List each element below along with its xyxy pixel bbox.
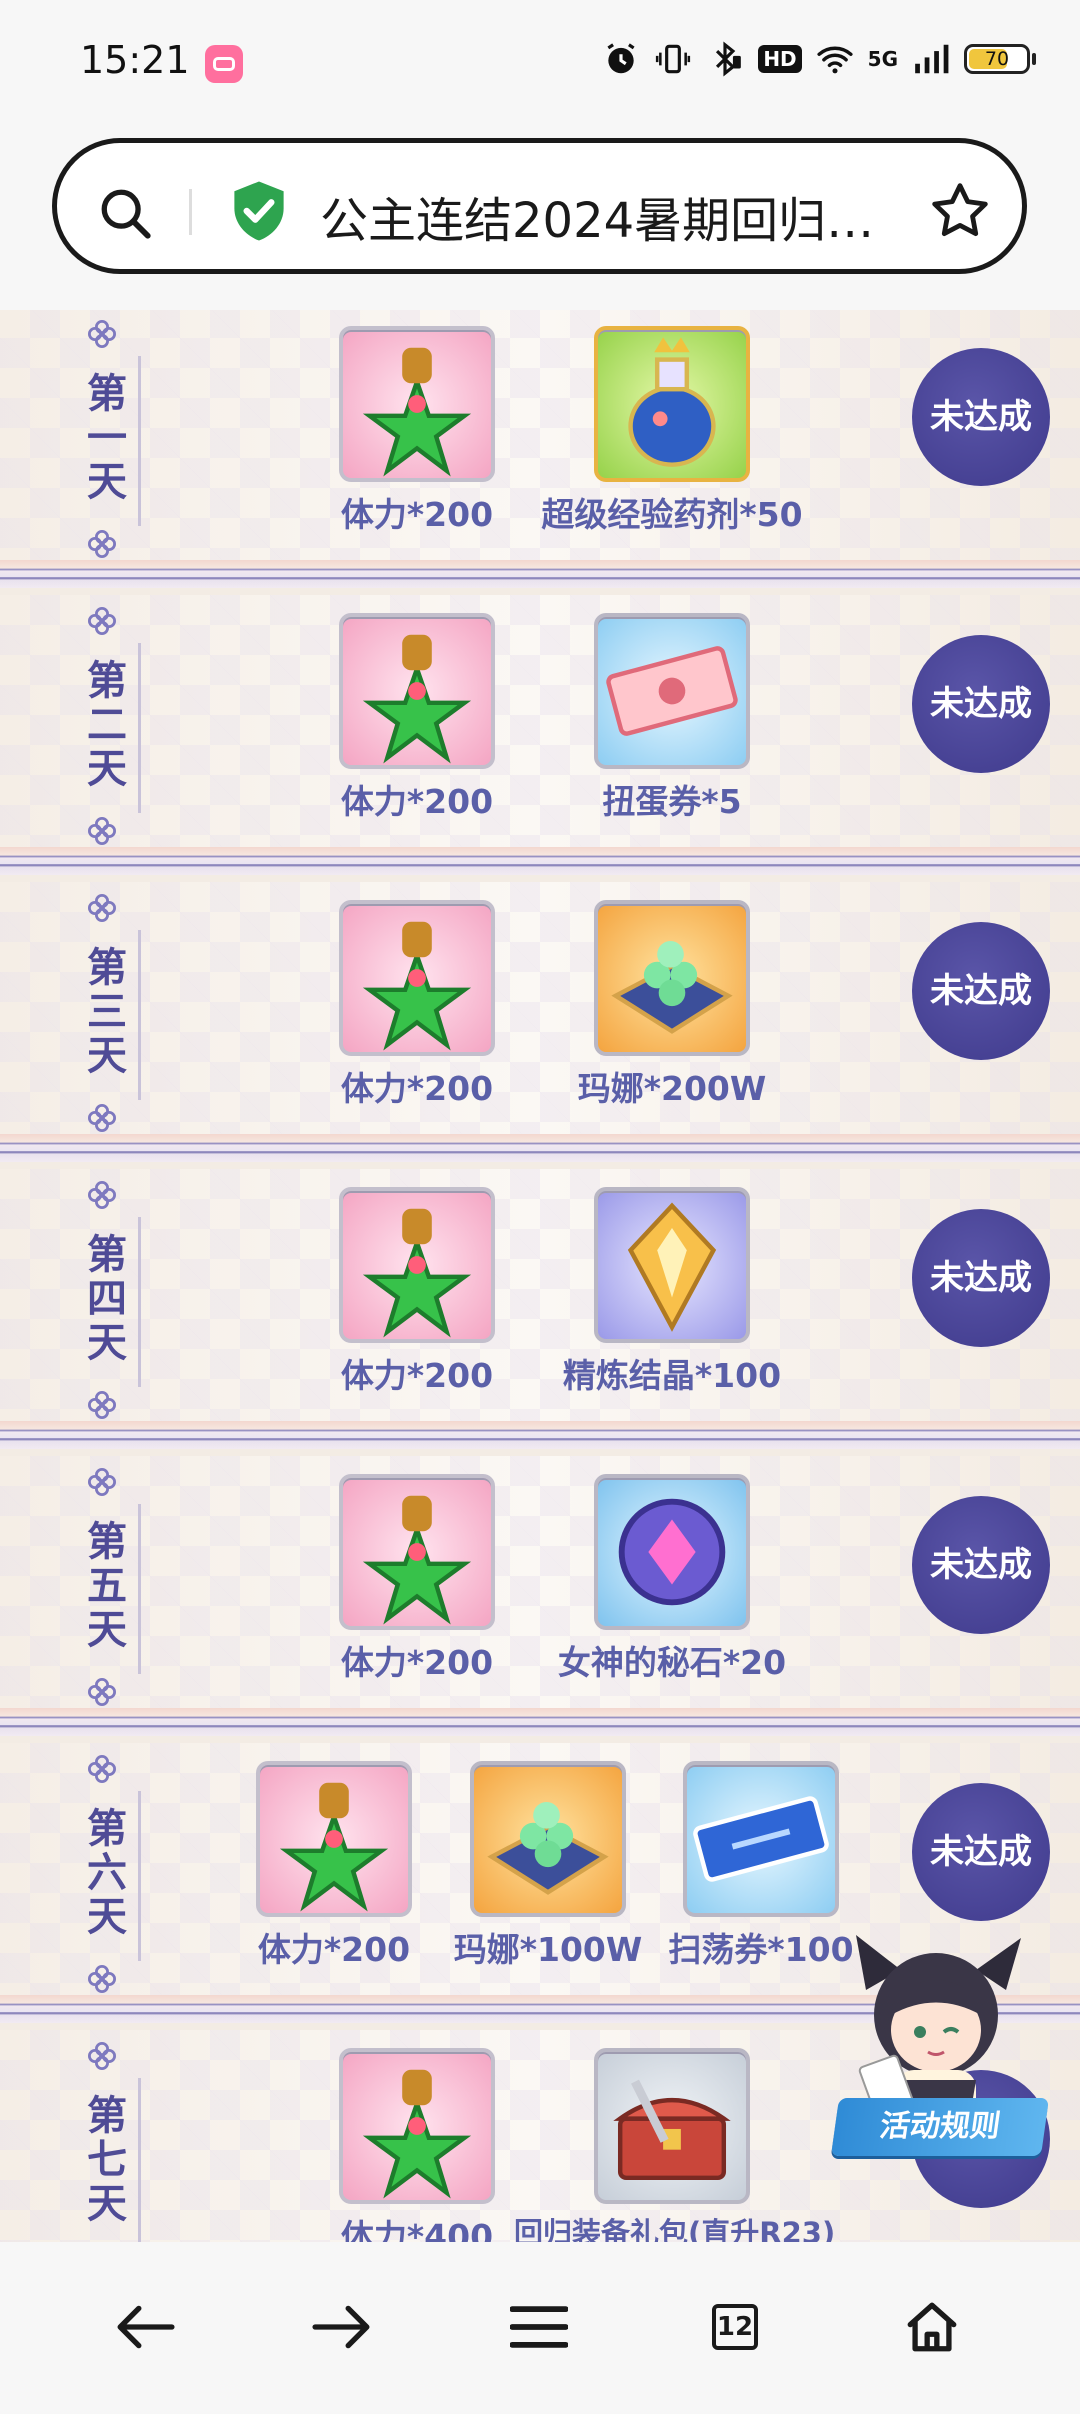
crystal-icon (594, 1187, 750, 1343)
day-divider (138, 2078, 141, 2242)
sweep-ticket-icon (683, 1761, 839, 1917)
status-bar: 15:21 HD 5G 70 (0, 0, 1080, 130)
status-time: 15:21 (80, 38, 190, 82)
reward-item[interactable]: 扭蛋券*5 (594, 613, 750, 821)
address-bar[interactable]: 公主连结2024暑期回归活动 (52, 138, 1027, 274)
claim-status-button[interactable]: 未达成 (912, 1496, 1050, 1634)
wifi-icon (817, 46, 853, 74)
stamina-potion-icon (256, 1761, 412, 1917)
reward-label: 回归装备礼包(直升R23) (514, 2216, 836, 2242)
mana-icon (470, 1761, 626, 1917)
reward-item[interactable]: 体力*200 (339, 1474, 495, 1682)
day-label: 第七天 (80, 2094, 127, 2226)
menu-icon (510, 2306, 568, 2348)
menu-button[interactable] (494, 2282, 584, 2372)
arrow-left-icon (117, 2305, 175, 2349)
bilibili-app-icon (205, 45, 243, 83)
row-separator (0, 560, 1080, 588)
stamina-potion-icon (339, 613, 495, 769)
day-divider (138, 1504, 141, 1674)
day-label: 第三天 (80, 946, 127, 1078)
reward-item[interactable]: 回归装备礼包(直升R23) (514, 2048, 835, 2242)
reward-item[interactable]: 体力*200 (339, 613, 495, 821)
home-icon (907, 2302, 957, 2352)
reward-label: 精炼结晶*100 (562, 1356, 782, 1395)
search-icon[interactable] (97, 185, 155, 243)
bookmark-star-icon[interactable] (928, 179, 992, 243)
reward-label: 玛娜*200W (577, 1069, 767, 1108)
hd-icon: HD (758, 45, 802, 73)
claim-status-button[interactable]: 未达成 (912, 1209, 1050, 1347)
vibrate-icon (656, 44, 691, 74)
activity-rules-button[interactable]: 活动规则 (830, 2098, 1050, 2156)
day-label: 第六天 (80, 1807, 127, 1939)
treasure-chest-icon (594, 2048, 750, 2204)
reward-item[interactable]: 体力*200 (339, 326, 495, 534)
bluetooth-icon (716, 41, 742, 77)
day-row: 第五天 体力*200 女神的秘石*20 未达成 (0, 1456, 1080, 1716)
day-divider (138, 356, 141, 526)
exp-potion-icon (594, 326, 750, 482)
reward-label: 女神的秘石*20 (557, 1643, 787, 1682)
battery-level: 70 (984, 48, 1010, 70)
network-type: 5G (867, 47, 898, 71)
arrow-right-icon (312, 2305, 370, 2349)
back-button[interactable] (100, 2282, 190, 2372)
day-label: 第五天 (80, 1520, 127, 1652)
alarm-icon (607, 43, 635, 74)
stamina-potion-icon (339, 1474, 495, 1630)
day-divider (138, 643, 141, 813)
day-divider (138, 1791, 141, 1961)
day-row: 第三天 体力*200 玛娜*200W 未达成 (0, 882, 1080, 1142)
day-row: 第二天 体力*200 扭蛋券*5 未达成 (0, 595, 1080, 855)
reward-item[interactable]: 体力*200 (339, 900, 495, 1108)
reward-item[interactable]: 体力*400 (339, 2048, 495, 2242)
status-icons: HD 5G 70 (602, 40, 1036, 78)
stamina-potion-icon (339, 2048, 495, 2204)
reward-item[interactable]: 玛娜*200W (578, 900, 766, 1108)
reward-item[interactable]: 玛娜*100W (454, 1761, 642, 1969)
day-divider (138, 1217, 141, 1387)
gacha-ticket-icon (594, 613, 750, 769)
tab-count: 12 (712, 2304, 758, 2350)
stamina-potion-icon (339, 900, 495, 1056)
reward-item[interactable]: 女神的秘石*20 (558, 1474, 786, 1682)
home-button[interactable] (887, 2282, 977, 2372)
row-separator (0, 1134, 1080, 1162)
day-label: 第四天 (80, 1233, 127, 1365)
row-separator (0, 1421, 1080, 1449)
forward-button[interactable] (297, 2282, 387, 2372)
reward-item[interactable]: 体力*200 (339, 1187, 495, 1395)
claim-status-button[interactable]: 未达成 (912, 348, 1050, 486)
row-separator (0, 1708, 1080, 1736)
reward-label: 超级经验药剂*50 (541, 495, 803, 534)
security-shield-icon[interactable] (229, 179, 289, 243)
day-label: 第一天 (80, 372, 127, 504)
reward-item[interactable]: 体力*200 (256, 1761, 412, 1969)
browser-toolbar: 公主连结2024暑期回归活动 (0, 130, 1080, 310)
claim-status-button[interactable]: 未达成 (912, 635, 1050, 773)
reward-item[interactable]: 精炼结晶*100 (563, 1187, 781, 1395)
goddess-stone-icon (594, 1474, 750, 1630)
stamina-potion-icon (339, 1187, 495, 1343)
day-row: 第四天 体力*200 精炼结晶*100 未达成 (0, 1169, 1080, 1429)
reward-item[interactable]: 扫荡券*100 (668, 1761, 854, 1969)
reward-label: 扭蛋券*5 (602, 782, 742, 821)
day-label: 第二天 (80, 659, 127, 791)
claim-status-button[interactable]: 未达成 (912, 1783, 1050, 1921)
signal-icon (915, 44, 949, 74)
day-row: 第一天 体力*200 超级经验药剂*50 未达成 (0, 310, 1080, 568)
bottom-navigation: 12 (0, 2242, 1080, 2414)
battery-icon: 70 (964, 44, 1030, 74)
page-title[interactable]: 公主连结2024暑期回归活动 (320, 181, 895, 251)
address-divider (189, 189, 192, 235)
day-divider (138, 930, 141, 1100)
mana-icon (594, 900, 750, 1056)
tabs-button[interactable]: 12 (690, 2282, 780, 2372)
row-separator (0, 847, 1080, 875)
stamina-potion-icon (339, 326, 495, 482)
reward-item[interactable]: 超级经验药剂*50 (541, 326, 803, 534)
claim-status-button[interactable]: 未达成 (912, 922, 1050, 1060)
